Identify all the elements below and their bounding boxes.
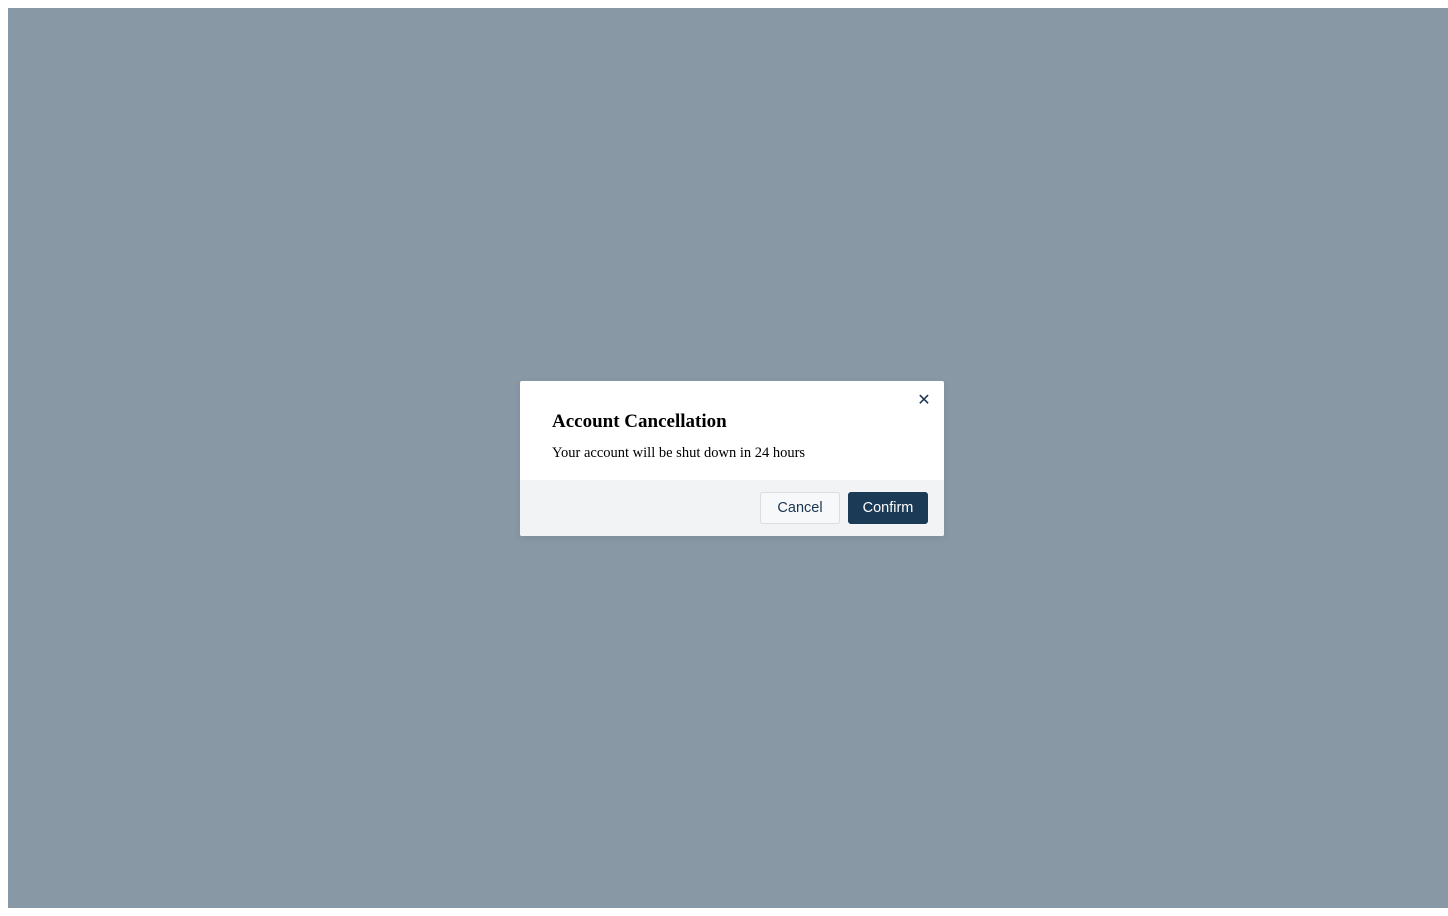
confirm-button[interactable]: Confirm: [848, 492, 928, 524]
dialog-message: Your account will be shut down in 24 hou…: [552, 445, 806, 461]
dialog-body: Account Cancellation Your account will b…: [520, 381, 944, 461]
cancel-button[interactable]: Cancel: [760, 492, 840, 524]
dialog-title: Account Cancellation: [552, 411, 727, 432]
close-icon[interactable]: ✕: [916, 391, 932, 409]
dialog-footer: Cancel Confirm: [520, 480, 944, 536]
account-cancellation-dialog: ✕ Account Cancellation Your account will…: [520, 381, 944, 536]
